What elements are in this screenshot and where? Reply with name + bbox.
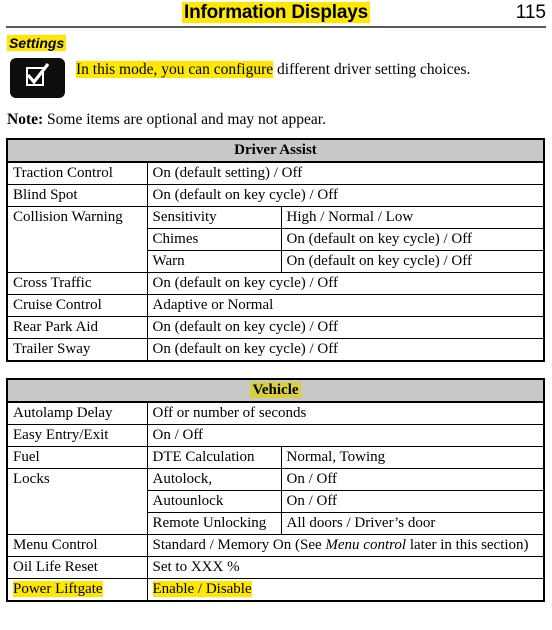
table-cell-label: Oil Life Reset (6, 556, 148, 579)
table-cell-value: Standard / Memory On (See Menu control l… (146, 534, 545, 557)
table-cell-label: Traction Control (6, 161, 148, 185)
table-cell-value: On (default on key cycle) / Off (280, 228, 545, 251)
table-cell-value: Autolock, (146, 468, 282, 491)
section-heading-settings: Settings (7, 35, 552, 52)
settings-intro-highlight: In this mode, you can configure (76, 61, 274, 78)
table-cell-label (6, 250, 148, 273)
table-cell-label: Rear Park Aid (6, 316, 148, 339)
table-cell-value: All doors / Driver’s door (280, 512, 545, 535)
settings-table: Driver Assist Traction Control On (default… (6, 138, 545, 362)
table-row: Autolamp Delay Off or number of seconds (6, 401, 545, 425)
highlight: Enable / Disable (152, 581, 252, 597)
checkmark-shape (26, 63, 50, 85)
table-cell-label: Power Liftgate (6, 578, 148, 602)
table-cell-label: Fuel (6, 446, 148, 469)
note-label: Note: (7, 111, 44, 128)
table-row: Oil Life Reset Set to XXX % (6, 556, 545, 579)
table-cell-label (6, 228, 148, 251)
highlight: Power Liftgate (13, 581, 103, 597)
table-cell-value: On / Off (280, 490, 545, 513)
settings-table: Vehicle Autolamp Delay Off or number of se… (6, 378, 545, 602)
table-row: Traction Control On (default setting) / O… (6, 161, 545, 185)
table-cell-value: On (default on key cycle) / Off (146, 272, 545, 295)
table-cell-label: Menu Control (6, 534, 148, 557)
table-cell-value: On / Off (280, 468, 545, 491)
table-row: Collision Warning Sensitivity High / Norma… (6, 206, 545, 229)
table-cell-value: On (default setting) / Off (146, 161, 545, 185)
table-cell-label: Autolamp Delay (6, 401, 148, 425)
table-title-text: Vehicle (250, 382, 301, 398)
table-cell-value: Enable / Disable (146, 578, 545, 602)
table-cell-value: Sensitivity (146, 206, 282, 229)
table-cell-value: High / Normal / Low (280, 206, 545, 229)
settings-intro-block: In this mode, you can configure differen… (0, 57, 552, 99)
table-cell-value: Remote Unlocking (146, 512, 282, 535)
table-cell-label: Trailer Sway (6, 338, 148, 362)
page-number: 115 (515, 2, 546, 23)
table-cell-value: On (default on key cycle) / Off (280, 250, 545, 273)
settings-intro-rest: different driver setting choices. (273, 61, 471, 78)
table-title: Vehicle (6, 378, 545, 403)
note-line: Note: Some items are optional and may no… (7, 110, 552, 129)
table-cell-value: On / Off (146, 424, 545, 447)
table-cell-value: Autounlock (146, 490, 282, 513)
section-heading-text: Settings (7, 35, 67, 51)
table-row: Warn On (default on key cycle) / Off (6, 250, 545, 273)
page-title: Information Displays (6, 2, 546, 24)
note-text: Some items are optional and may not appe… (43, 111, 326, 128)
table-row: Power Liftgate Enable / Disable (6, 578, 545, 602)
cross-reference-text: Menu control (325, 537, 407, 553)
table-cell-value: Adaptive or Normal (146, 294, 545, 317)
table-cell-value: Set to XXX % (146, 556, 545, 579)
table-cell-label: Easy Entry/Exit (6, 424, 148, 447)
table-cell-label: Cruise Control (6, 294, 148, 317)
table-cell-label (6, 512, 148, 535)
table-gap (0, 362, 552, 369)
table-row: Remote Unlocking All doors / Driver’s doo… (6, 512, 545, 535)
table-row: Cruise Control Adaptive or Normal (6, 294, 545, 317)
table-row: Rear Park Aid On (default on key cycle) /… (6, 316, 545, 339)
table-row: Fuel DTE Calculation Normal, Towing (6, 446, 545, 469)
table-row: Autounlock On / Off (6, 490, 545, 513)
table-cell-value: Off or number of seconds (146, 401, 545, 425)
table-row: Trailer Sway On (default on key cycle) / … (6, 338, 545, 362)
table-cell-label (6, 490, 148, 513)
table-cell-value: On (default on key cycle) / Off (146, 184, 545, 207)
checkbox-checked-icon (10, 58, 65, 98)
page-title-text: Information Displays (182, 2, 370, 23)
table-row: Blind Spot On (default on key cycle) / Of… (6, 184, 545, 207)
header-divider (6, 26, 546, 28)
table-cell-label: Cross Traffic (6, 272, 148, 295)
page-header: Information Displays 115 (6, 0, 546, 28)
table-row: Easy Entry/Exit On / Off (6, 424, 545, 447)
table-cell-label: Collision Warning (6, 206, 148, 229)
table-row: Locks Autolock, On / Off (6, 468, 545, 491)
table-title-text: Driver Assist (234, 142, 317, 158)
table-cell-value: Normal, Towing (280, 446, 545, 469)
table-cell-value: Warn (146, 250, 282, 273)
table-cell-value: On (default on key cycle) / Off (146, 316, 545, 339)
tables-container: Driver Assist Traction Control On (default… (0, 138, 552, 602)
table-cell-value: On (default on key cycle) / Off (146, 338, 545, 362)
table-header-row: Vehicle (6, 378, 545, 403)
table-cell-value: Chimes (146, 228, 282, 251)
table-cell-value: DTE Calculation (146, 446, 282, 469)
settings-intro-text: In this mode, you can configure differen… (76, 57, 546, 79)
table-row: Cross Traffic On (default on key cycle) /… (6, 272, 545, 295)
table-header-row: Driver Assist (6, 138, 545, 163)
table-cell-label: Locks (6, 468, 148, 491)
table-cell-label: Blind Spot (6, 184, 148, 207)
table-row: Chimes On (default on key cycle) / Off (6, 228, 545, 251)
table-row: Menu Control Standard / Memory On (See Me… (6, 534, 545, 557)
table-title: Driver Assist (6, 138, 545, 163)
